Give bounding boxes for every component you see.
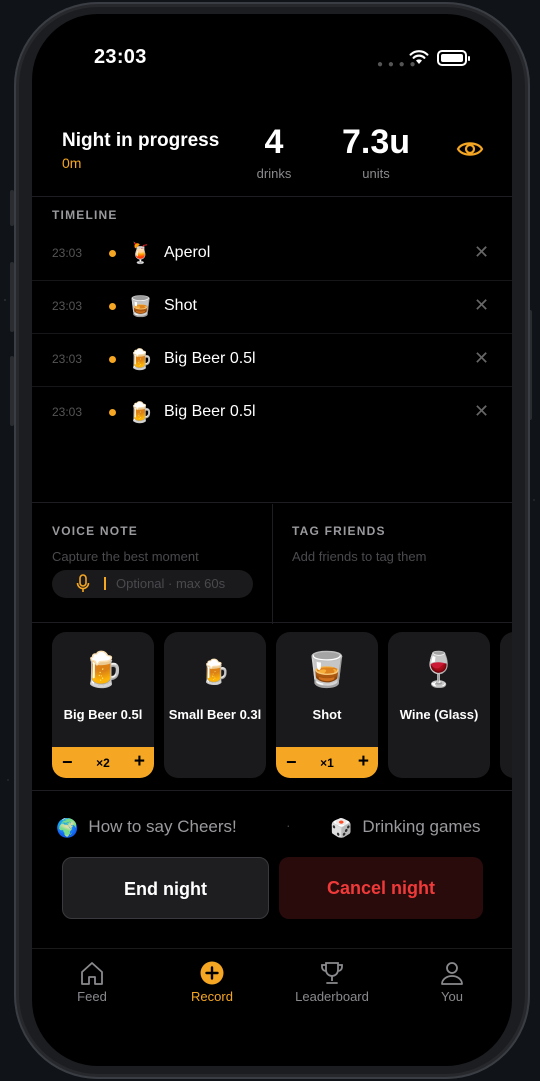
timeline-item: 23:03 🍹 Aperol ✕ (32, 228, 512, 281)
app-screen: 23:03 ● ● ● ● Night in progress 0m 4 dri… (32, 14, 512, 1066)
link-separator: · (286, 817, 291, 833)
night-title: Night in progress (62, 130, 220, 151)
timeline-dot (109, 250, 116, 257)
units-label: units (362, 166, 390, 181)
drinks-label: drinks (256, 166, 292, 181)
timeline-time: 23:03 (52, 405, 83, 419)
timeline-label: TIMELINE (52, 208, 118, 222)
units-count: 7.3u (341, 123, 411, 161)
remove-drink-button[interactable]: ✕ (474, 401, 489, 422)
remove-drink-button[interactable]: ✕ (474, 295, 489, 316)
night-header: Night in progress 0m 4 drinks 7.3u units (32, 122, 512, 197)
trophy-icon (321, 962, 343, 984)
remove-drink-button[interactable]: ✕ (474, 348, 489, 369)
divider (32, 502, 512, 503)
voice-record-button[interactable]: Optional · max 60s (52, 570, 253, 598)
globe-icon: 🌍 (56, 818, 79, 838)
tab-you[interactable]: You (397, 959, 507, 1004)
drink-card-label: Small Beer 0.3l (168, 707, 262, 722)
drink-card-small-beer[interactable]: 🍺 Small Beer 0.3l (164, 632, 266, 778)
cancel-night-button[interactable]: Cancel night (279, 857, 483, 919)
timeline-dot (109, 409, 116, 416)
quantity-stepper: − ×2 + (52, 747, 154, 778)
timeline-dot (109, 303, 116, 310)
voice-note-label: VOICE NOTE (52, 524, 139, 538)
drink-card-label: Big Beer 0.5l (63, 707, 143, 722)
tab-label: Leaderboard (295, 989, 369, 1004)
drink-card-label: Wine (Glass) (399, 707, 479, 722)
timeline-drink-name: Big Beer 0.5l (164, 403, 256, 420)
drink-card-shot[interactable]: 🥃 Shot − ×1 + (276, 632, 378, 778)
tab-bar: Feed Record Leaderboard You (32, 948, 512, 1066)
tab-label: Feed (77, 989, 107, 1004)
voice-note-subtitle: Capture the best moment (52, 549, 199, 564)
timeline-dot (109, 356, 116, 363)
wine-glass-icon: 🍷 (417, 651, 461, 689)
beer-mug-icon: 🍺 (81, 651, 125, 689)
cheers-link[interactable]: 🌍 How to say Cheers! (56, 817, 237, 839)
divider (32, 790, 512, 791)
tab-label: You (441, 989, 463, 1004)
tab-record[interactable]: Record (157, 959, 267, 1004)
helper-links: 🌍 How to say Cheers! · 🎲 Drinking games (32, 817, 512, 841)
timeline-drink-name: Aperol (164, 244, 211, 261)
timeline-item: 23:03 🍺 Big Beer 0.5l ✕ (32, 334, 512, 387)
timeline-item: 23:03 🍺 Big Beer 0.5l ✕ (32, 387, 512, 440)
drinks-count: 4 (264, 123, 284, 161)
increase-button[interactable]: + (358, 751, 369, 773)
divider (32, 622, 512, 623)
dice-icon: 🎲 (330, 818, 353, 838)
quantity-stepper: − ×1 + (276, 747, 378, 778)
increase-button[interactable]: + (134, 751, 145, 773)
timeline-drink-name: Shot (164, 297, 197, 314)
drink-card-next[interactable] (500, 632, 512, 778)
drinking-games-link[interactable]: 🎲 Drinking games (330, 817, 481, 839)
wifi-icon (409, 50, 429, 64)
shot-glass-icon: 🥃 (128, 296, 153, 318)
drinking-games-label: Drinking games (362, 817, 481, 836)
timeline-time: 23:03 (52, 299, 83, 313)
night-duration: 0m (62, 155, 82, 171)
battery-icon (437, 50, 470, 66)
beer-mug-icon: 🍺 (128, 402, 153, 424)
microphone-icon (76, 574, 90, 592)
timeline-drink-name: Big Beer 0.5l (164, 350, 256, 367)
beer-mug-icon: 🍺 (200, 659, 230, 686)
divider (32, 196, 512, 197)
drink-card-label: Shot (312, 707, 342, 722)
tag-friends-label: TAG FRIENDS (292, 524, 386, 538)
cheers-link-label: How to say Cheers! (88, 817, 237, 836)
section-separator (272, 504, 273, 624)
voice-note-placeholder: Optional · max 60s (116, 576, 226, 591)
end-night-button[interactable]: End night (62, 857, 269, 919)
plus-circle-icon (200, 961, 224, 985)
beer-mug-icon: 🍺 (128, 349, 153, 371)
timeline-item: 23:03 🥃 Shot ✕ (32, 281, 512, 334)
drink-card-wine[interactable]: 🍷 Wine (Glass) (388, 632, 490, 778)
shot-glass-icon: 🥃 (305, 651, 349, 689)
cocktail-icon: 🍹 (128, 243, 153, 265)
drink-card-big-beer[interactable]: 🍺 Big Beer 0.5l − ×2 + (52, 632, 154, 778)
recording-level-bar (104, 577, 106, 590)
person-icon (441, 962, 463, 985)
tab-label: Record (191, 989, 233, 1004)
status-time: 23:03 (94, 46, 147, 68)
tab-leaderboard[interactable]: Leaderboard (277, 959, 387, 1004)
timeline-time: 23:03 (52, 352, 83, 366)
tag-friends-subtitle[interactable]: Add friends to tag them (292, 549, 426, 564)
home-icon (81, 962, 103, 985)
timeline-time: 23:03 (52, 246, 83, 260)
tab-feed[interactable]: Feed (37, 959, 147, 1004)
units-stat: 7.3u units (332, 122, 420, 181)
drinks-stat: 4 drinks (244, 122, 304, 181)
status-bar: 23:03 ● ● ● ● (32, 44, 512, 74)
remove-drink-button[interactable]: ✕ (474, 242, 489, 263)
eye-icon[interactable] (456, 138, 484, 160)
